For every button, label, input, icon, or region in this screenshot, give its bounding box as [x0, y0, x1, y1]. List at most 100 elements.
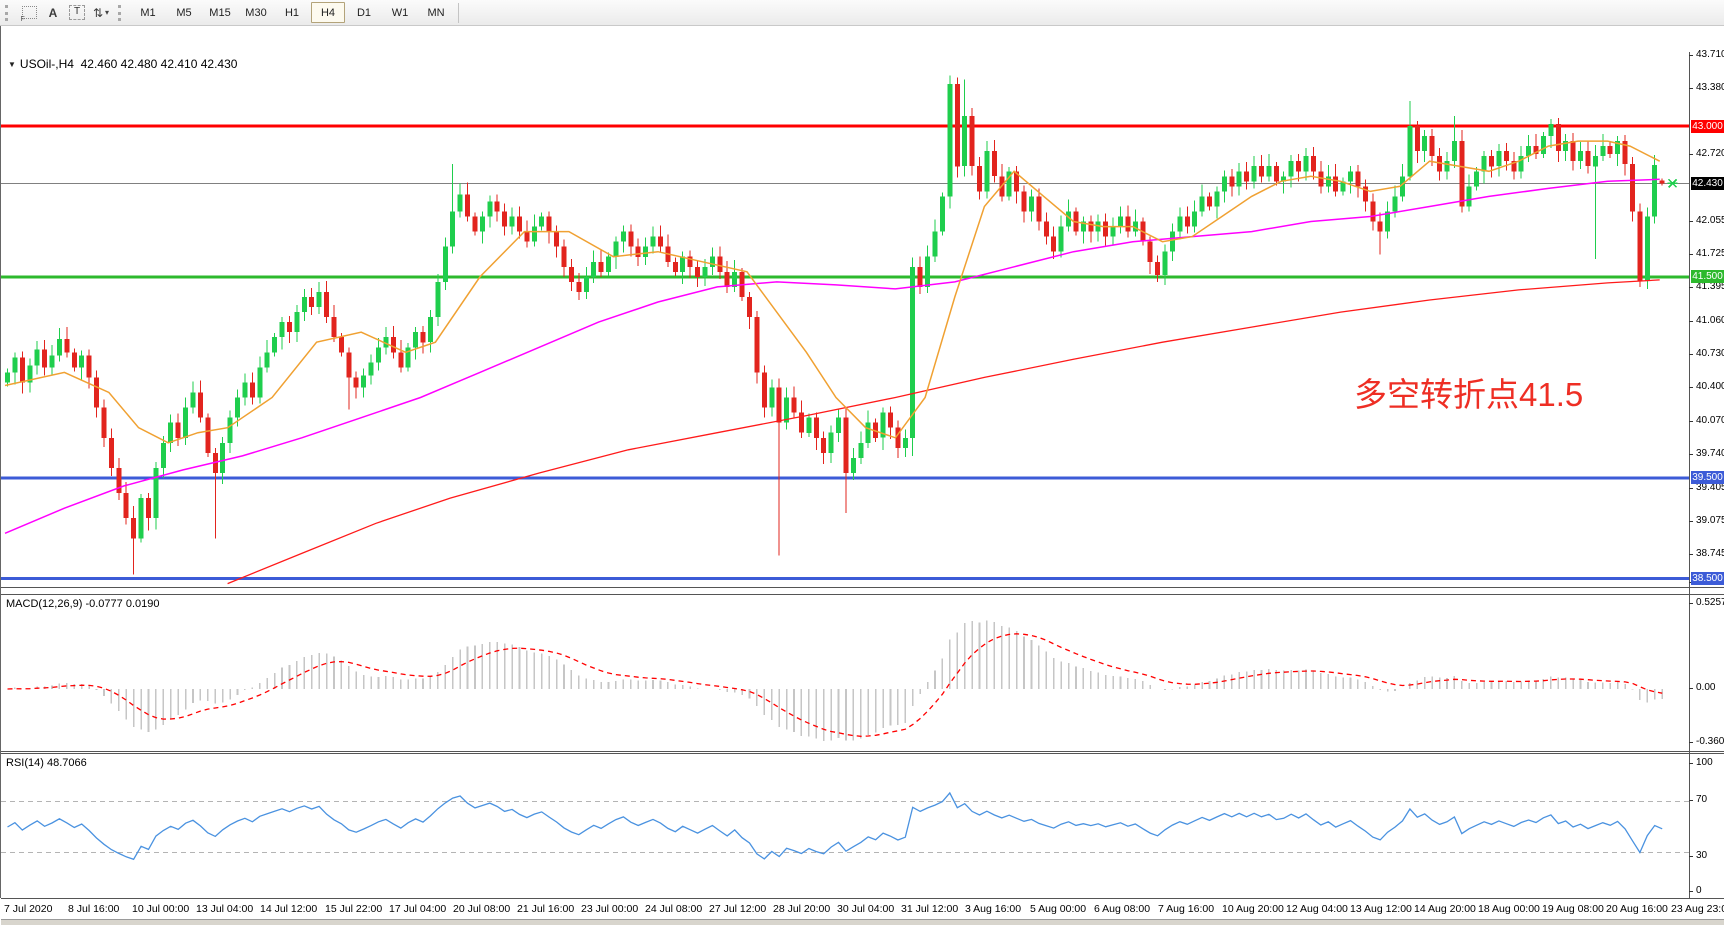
current-price-chip: 42.430	[1691, 177, 1724, 190]
price-tick-mark	[1689, 221, 1693, 222]
time-axis[interactable]: 7 Jul 2020 8 Jul 16:00 10 Jul 00:00 13 Jul …	[1, 899, 1724, 919]
timeframe-button-m30[interactable]: M30	[239, 2, 273, 23]
time-axis-label: 21 Jul 16:00	[517, 903, 574, 915]
time-axis-label: 13 Aug 12:00	[1350, 903, 1412, 915]
time-axis-label: 27 Jul 12:00	[709, 903, 766, 915]
window-bottom-edge	[1, 919, 1724, 925]
price-tick-label: 38.745	[1696, 548, 1724, 559]
rsi-axis-label: 100	[1696, 757, 1713, 768]
price-tick-label: 39.075	[1696, 515, 1724, 526]
dropdown-caret-icon[interactable]: ▾	[105, 8, 109, 17]
price-tick-mark	[1689, 354, 1693, 355]
rsi-axis-label: 30	[1696, 850, 1707, 861]
price-tick-mark	[1689, 421, 1693, 422]
macd-panel-canvas[interactable]	[1, 595, 1689, 752]
insert-text-icon[interactable]: A	[42, 3, 64, 23]
price-tick-label: 40.730	[1696, 348, 1724, 359]
price-tick-mark	[1689, 88, 1693, 89]
rsi-panel-canvas[interactable]	[1, 754, 1689, 899]
time-axis-label: 18 Aug 00:00	[1478, 903, 1540, 915]
time-axis-label: 30 Jul 04:00	[837, 903, 894, 915]
time-axis-label: 8 Jul 16:00	[68, 903, 119, 915]
time-axis-label: 13 Jul 04:00	[196, 903, 253, 915]
toolbar-drag-handle-2[interactable]	[118, 5, 125, 21]
text-label-glyph: T	[69, 5, 85, 20]
macd-tick-mark	[1689, 688, 1693, 689]
price-axis-border	[1689, 52, 1690, 899]
panel-separator[interactable]	[1, 594, 1724, 595]
rsi-axis-label: 70	[1696, 794, 1707, 805]
panel-separator[interactable]	[1, 751, 1724, 752]
price-tick-label: 40.070	[1696, 415, 1724, 426]
panel-separator[interactable]	[1, 753, 1724, 754]
mt4-chart-window: { "toolbar": { "tool_icons": [ {"name": …	[0, 0, 1724, 898]
price-tick-label: 39.740	[1696, 448, 1724, 459]
hline-price-chip: 38.500	[1691, 572, 1724, 585]
price-tick-mark	[1689, 321, 1693, 322]
price-tick-mark	[1689, 287, 1693, 288]
time-axis-label: 15 Jul 22:00	[325, 903, 382, 915]
time-axis-label: 20 Jul 08:00	[453, 903, 510, 915]
time-axis-label: 23 Aug 23:00	[1671, 903, 1724, 915]
timeframe-button-m15[interactable]: M15	[203, 2, 237, 23]
time-axis-label: 7 Aug 16:00	[1158, 903, 1214, 915]
hline-price-chip: 41.500	[1691, 270, 1724, 283]
macd-axis-label: -0.3603	[1696, 736, 1724, 747]
toolbar-drag-handle[interactable]	[5, 5, 12, 21]
time-axis-label: 5 Aug 00:00	[1030, 903, 1086, 915]
time-axis-label: 19 Aug 08:00	[1542, 903, 1604, 915]
toolbar-separator	[458, 3, 459, 23]
macd-axis-label: 0.5257	[1696, 597, 1724, 608]
time-axis-label: 12 Aug 04:00	[1286, 903, 1348, 915]
price-tick-label: 42.055	[1696, 215, 1724, 226]
timeframe-button-h1[interactable]: H1	[275, 2, 309, 23]
price-tick-mark	[1689, 454, 1693, 455]
cursor-arrows-icon[interactable]: ⇅▾	[90, 3, 112, 23]
text-label-icon[interactable]: T	[66, 3, 88, 23]
macd-axis-label: 0.00	[1696, 682, 1715, 693]
price-tick-mark	[1689, 521, 1693, 522]
price-chart-canvas[interactable]	[1, 52, 1689, 588]
time-axis-label: 7 Jul 2020	[4, 903, 52, 915]
time-axis-label: 14 Jul 12:00	[260, 903, 317, 915]
price-tick-mark	[1689, 387, 1693, 388]
rsi-tick-mark	[1689, 800, 1693, 801]
panel-separator[interactable]	[1, 587, 1724, 588]
hline-price-chip: 43.000	[1691, 120, 1724, 133]
price-tick-mark	[1689, 254, 1693, 255]
chart-window: ▼USOil-,H4 42.460 42.480 42.410 42.430 M…	[0, 26, 1724, 898]
hline-price-chip: 39.500	[1691, 471, 1724, 484]
price-tick-label: 40.400	[1696, 381, 1724, 392]
price-tick-label: 43.380	[1696, 82, 1724, 93]
time-axis-label: 23 Jul 00:00	[581, 903, 638, 915]
time-axis-label: 14 Aug 20:00	[1414, 903, 1476, 915]
rsi-tick-mark	[1689, 856, 1693, 857]
timeframe-button-h4[interactable]: H4	[311, 2, 345, 23]
timeframe-button-m5[interactable]: M5	[167, 2, 201, 23]
symbol-dropdown-icon[interactable]: ▼	[8, 60, 16, 69]
price-tick-mark	[1689, 488, 1693, 489]
time-axis-label: 31 Jul 12:00	[901, 903, 958, 915]
ohlc-values: 42.460 42.480 42.410 42.430	[81, 57, 238, 71]
timeframe-button-m1[interactable]: M1	[131, 2, 165, 23]
chart-grid-icon[interactable]: F	[18, 3, 40, 23]
time-axis-label: 24 Jul 08:00	[645, 903, 702, 915]
time-axis-label: 10 Jul 00:00	[132, 903, 189, 915]
price-tick-mark	[1689, 154, 1693, 155]
time-axis-label: 3 Aug 16:00	[965, 903, 1021, 915]
price-tick-label: 43.710	[1696, 49, 1724, 60]
time-axis-label: 10 Aug 20:00	[1222, 903, 1284, 915]
timeframe-button-w1[interactable]: W1	[383, 2, 417, 23]
chinese-annotation-text[interactable]: 多空转折点41.5	[1354, 368, 1583, 416]
toolbar: F A T ⇅▾ M1M5M15M30H1H4D1W1MN	[0, 0, 1724, 26]
rsi-tick-mark	[1689, 763, 1693, 764]
price-tick-label: 41.060	[1696, 315, 1724, 326]
timeframe-button-mn[interactable]: MN	[419, 2, 453, 23]
time-axis-label: 17 Jul 04:00	[389, 903, 446, 915]
rsi-axis-label: 0	[1696, 885, 1702, 896]
timeframe-button-d1[interactable]: D1	[347, 2, 381, 23]
time-axis-label: 28 Jul 20:00	[773, 903, 830, 915]
price-tick-label: 42.720	[1696, 148, 1724, 159]
price-tick-mark	[1689, 55, 1693, 56]
rsi-indicator-label: RSI(14) 48.7066	[6, 757, 87, 769]
